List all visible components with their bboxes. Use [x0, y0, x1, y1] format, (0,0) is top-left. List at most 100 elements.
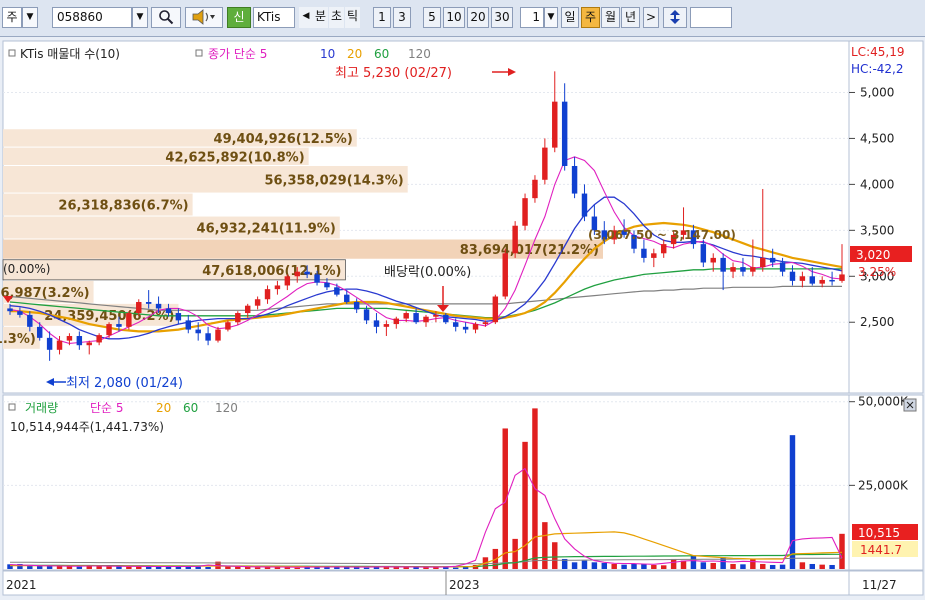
volume-bar — [601, 562, 608, 569]
unit-tick[interactable]: 틱 — [345, 7, 360, 28]
unit-second[interactable]: 초 — [329, 7, 344, 28]
candle-body — [225, 322, 231, 330]
candle-body — [195, 329, 201, 334]
period-20[interactable]: 20 — [467, 7, 489, 28]
candle-body — [512, 225, 518, 254]
volume-bar — [670, 558, 677, 569]
period-month[interactable]: 월 — [601, 7, 620, 28]
candle-body — [443, 314, 449, 323]
period-5[interactable]: 5 — [423, 7, 441, 28]
candle-body — [730, 267, 736, 272]
speaker-icon[interactable] — [185, 7, 223, 28]
legend-ma20: 20 — [347, 47, 362, 61]
market-select[interactable]: 주 — [2, 7, 22, 28]
hc-label: HC:-42,2 — [851, 62, 904, 76]
candle-body — [334, 287, 340, 295]
candle-body — [522, 198, 528, 226]
unit-minute[interactable]: 분 — [313, 7, 328, 28]
code-dropdown-icon[interactable]: ▼ — [132, 7, 148, 28]
candle-body — [651, 253, 657, 258]
candle-body — [423, 316, 429, 323]
volume-bar — [225, 566, 231, 569]
dividend-label: 배당락(0.00%) — [384, 265, 471, 280]
period-3[interactable]: 3 — [393, 7, 411, 28]
volume-bar — [542, 522, 548, 569]
search-icon[interactable] — [151, 7, 181, 28]
candle-body — [185, 320, 192, 330]
current-pct-label: 3.25% — [858, 265, 896, 279]
candle-body — [641, 248, 647, 258]
period-10[interactable]: 10 — [443, 7, 465, 28]
candle-body — [720, 257, 726, 272]
current-volume-label: 10,514,944주(1,441.73%) — [10, 420, 164, 434]
candle-body — [46, 337, 53, 350]
volume-bar — [829, 564, 835, 569]
volume-bar — [56, 566, 63, 569]
candle-body — [145, 302, 152, 304]
panel-close-icon[interactable] — [903, 398, 917, 412]
candle-body — [165, 308, 172, 314]
volume-bar — [789, 435, 796, 569]
unit-prev-icon[interactable]: ◀ — [299, 7, 313, 28]
period-week[interactable]: 주 — [581, 7, 600, 28]
next-button[interactable]: > — [643, 7, 659, 28]
period-30[interactable]: 30 — [491, 7, 513, 28]
volume-bar — [512, 538, 518, 569]
volume-bar — [740, 564, 746, 569]
volume-bar — [294, 567, 300, 569]
volume-bar — [750, 558, 756, 569]
vol-legend-ma5: 단순 5 — [90, 401, 124, 415]
x-label-2023: 2023 — [449, 578, 480, 592]
price-tick-label: 4,500 — [860, 131, 894, 145]
candle-body — [116, 324, 122, 327]
period-year[interactable]: 년 — [621, 7, 640, 28]
candle-body — [383, 324, 390, 327]
volume-bar — [641, 563, 647, 569]
x-right-date: 11/27 — [862, 578, 897, 592]
volume-profile-label: 46,932,241(11.9%) — [197, 222, 336, 237]
extra-input[interactable] — [690, 7, 732, 28]
candle-body — [7, 308, 13, 312]
volume-bar — [690, 555, 697, 569]
candle-body — [215, 329, 221, 341]
candle-body — [809, 276, 816, 284]
volume-profile-label: 26,318,836(6.7%) — [58, 199, 188, 214]
candle-body — [284, 276, 291, 286]
chart-area: 49,404,926(12.5%) 42,625,892(10.8%) 56,358… — [0, 37, 925, 597]
candle-body — [344, 294, 350, 303]
candle-body — [571, 165, 578, 194]
candle-body — [106, 324, 112, 336]
candle-body — [17, 311, 23, 315]
candle-body — [740, 267, 746, 272]
market-dropdown-icon[interactable]: ▼ — [22, 7, 38, 28]
new-badge[interactable]: 신 — [227, 7, 251, 28]
period-1[interactable]: 1 — [373, 7, 391, 28]
volume-profile-label: 42,625,892(10.8%) — [165, 150, 304, 165]
candle-body — [433, 314, 439, 317]
volume-bar — [710, 562, 716, 569]
candle-body — [86, 342, 92, 346]
current-volume-box-label: 10,515 — [858, 526, 900, 540]
candle-body — [205, 333, 211, 341]
candle-body — [502, 253, 508, 297]
candle-body — [274, 285, 281, 290]
fib-range-label: (3,067.50 ~ 3,147.00) — [588, 228, 736, 242]
candle-body — [403, 313, 409, 319]
volume-bar — [443, 567, 449, 569]
sort-icon[interactable] — [663, 7, 687, 28]
period-day[interactable]: 일 — [561, 7, 579, 28]
vol-legend-ma20: 20 — [156, 401, 171, 415]
candle-body — [413, 313, 419, 323]
price-legend-title: KTis 매물대 수(10) — [20, 47, 120, 61]
volume-bar — [581, 560, 588, 569]
code-input[interactable]: 058860 — [52, 7, 132, 28]
legend-ma5: 종가 단순 5 — [208, 47, 267, 61]
volume-bar — [571, 562, 578, 569]
stock-chart: 49,404,926(12.5%) 42,625,892(10.8%) 56,358… — [0, 37, 925, 597]
candle-body — [175, 313, 182, 321]
candle-body — [829, 279, 835, 282]
candle-body — [304, 271, 310, 275]
period-value[interactable]: 1 — [520, 7, 544, 28]
volume-tick-label: 25,000K — [858, 478, 909, 492]
period-dropdown-icon[interactable]: ▼ — [544, 7, 558, 28]
